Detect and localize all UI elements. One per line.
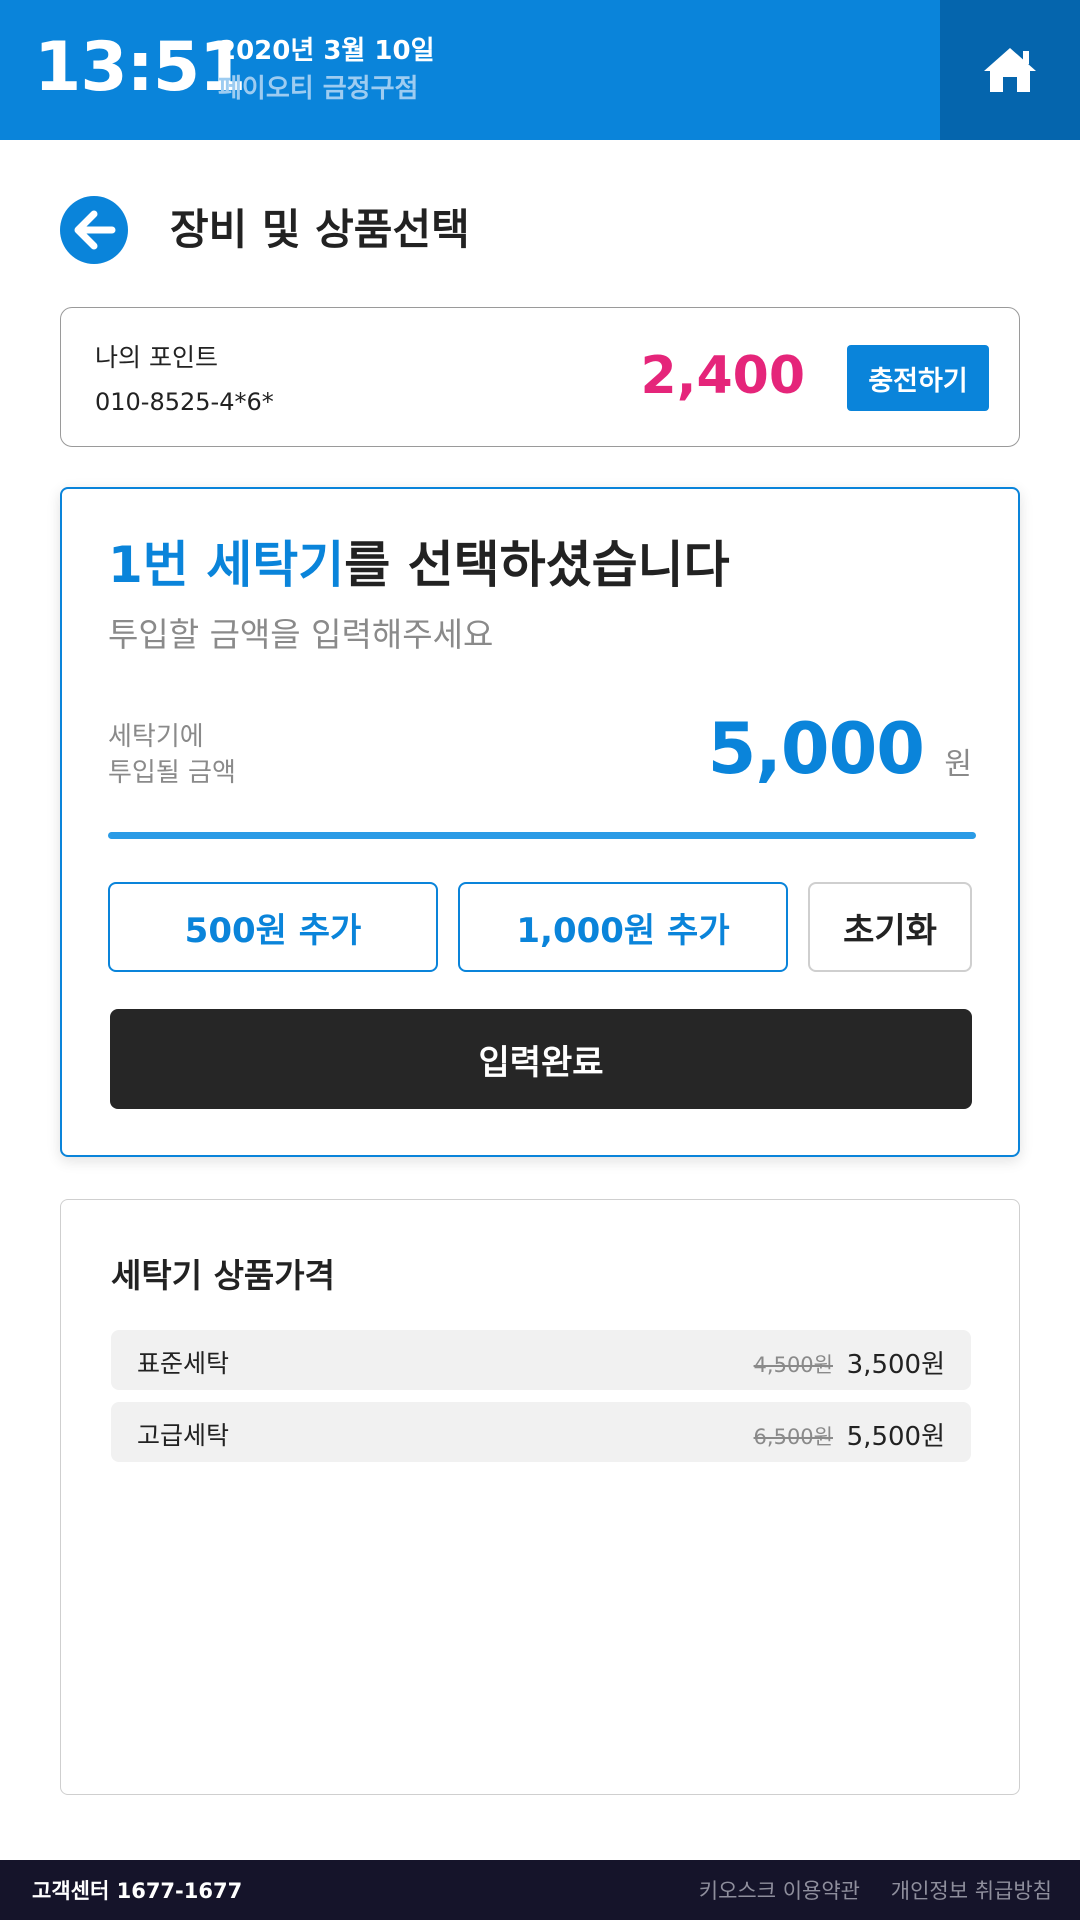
footer: 고객센터 1677-1677 키오스크 이용약관 개인정보 취급방침 [0,1860,1080,1920]
amount-underline [108,832,976,839]
headline-suffix: 를 선택하셨습니다 [344,536,730,594]
clock: 13:51 [34,28,246,107]
amount-value: 5,000 [707,708,925,790]
price-card: 세탁기 상품가격 표준세탁 4,500원 3,500원 고급세탁 6,500원 … [60,1199,1020,1795]
sale-price: 5,500원 [846,1422,945,1452]
top-header: 13:51 2020년 3월 10일 페이오티 금정구점 [0,0,1080,140]
date-label: 2020년 3월 10일 [218,36,435,66]
sale-price: 3,500원 [846,1350,945,1380]
original-price: 4,500원 [753,1353,833,1377]
back-button[interactable] [60,196,128,264]
reset-button[interactable]: 초기화 [808,882,972,972]
page-title: 장비 및 상품선택 [170,205,470,254]
price-row: 고급세탁 6,500원 5,500원 [111,1402,971,1462]
original-price: 6,500원 [753,1425,833,1449]
amount-label-line2: 투입될 금액 [108,758,236,788]
customer-center: 고객센터 1677-1677 [32,1879,243,1903]
amount-unit: 원 [944,747,972,782]
store-name: 페이오티 금정구점 [218,74,419,104]
points-card: 나의 포인트 010-8525-4*6* 2,400 충전하기 [60,307,1020,447]
price-row: 표준세탁 4,500원 3,500원 [111,1330,971,1390]
add-500-button[interactable]: 500원 추가 [108,882,438,972]
charge-button[interactable]: 충전하기 [847,345,989,411]
add-1000-button[interactable]: 1,000원 추가 [458,882,788,972]
selected-machine: 1번 세탁기 [108,536,345,594]
price-title: 세탁기 상품가격 [111,1256,336,1295]
arrow-left-icon [74,210,116,250]
terms-link[interactable]: 키오스크 이용약관 [699,1875,860,1905]
product-name: 고급세탁 [137,1421,230,1450]
selection-card: 1번 세탁기를 선택하셨습니다 투입할 금액을 입력해주세요 세탁기에 투입될 … [60,487,1020,1157]
points-label: 나의 포인트 [95,343,218,372]
selection-subtitle: 투입할 금액을 입력해주세요 [108,615,494,654]
confirm-button[interactable]: 입력완료 [110,1009,972,1109]
product-name: 표준세탁 [137,1349,230,1378]
home-button[interactable] [940,0,1080,140]
privacy-link[interactable]: 개인정보 취급방침 [891,1875,1052,1905]
home-icon [984,48,1036,92]
selection-headline: 1번 세탁기를 선택하셨습니다 [108,533,730,597]
phone-number: 010-8525-4*6* [95,388,274,416]
points-value: 2,400 [640,346,805,406]
amount-label: 세탁기에 투입될 금액 [108,719,328,791]
amount-label-line1: 세탁기에 [108,722,204,752]
